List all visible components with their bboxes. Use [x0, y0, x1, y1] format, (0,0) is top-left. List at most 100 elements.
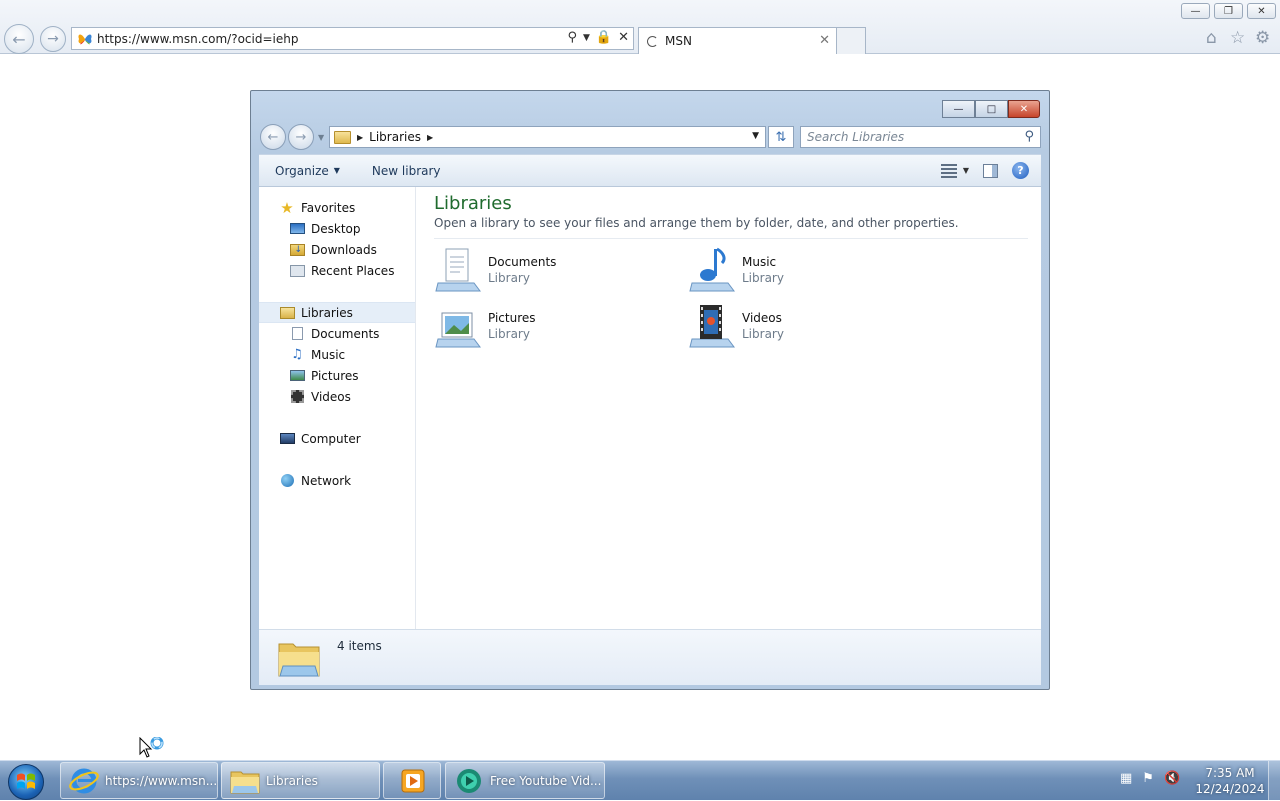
explorer-minimize-button[interactable]: —	[942, 100, 975, 118]
clock-time: 7:35 AM	[1205, 766, 1255, 780]
search-box[interactable]: ⚲	[800, 126, 1041, 148]
minimize-button[interactable]: —	[1181, 3, 1210, 19]
help-icon[interactable]: ?	[1012, 162, 1029, 179]
close-button[interactable]: ✕	[1247, 3, 1276, 19]
address-dropdown-icon[interactable]: ▼	[752, 131, 759, 141]
stop-icon[interactable]: ✕	[618, 30, 629, 45]
show-desktop-button[interactable]	[1268, 761, 1280, 801]
nav-label: Pictures	[311, 368, 359, 383]
chevron-right-icon[interactable]: ▶	[427, 133, 433, 142]
taskbar-youtube-downloader-button[interactable]: Free Youtube Vid...	[445, 762, 605, 799]
taskbar-libraries-button[interactable]: Libraries	[221, 762, 380, 799]
explorer-close-button[interactable]: ✕	[1008, 100, 1040, 118]
refresh-button[interactable]: ⇅	[768, 126, 794, 148]
system-tray: ▦ ⚑ 🔇	[1120, 771, 1180, 786]
explorer-maximize-button[interactable]: □	[975, 100, 1008, 118]
new-tab-button[interactable]	[837, 27, 866, 54]
nav-desktop[interactable]: Desktop	[259, 218, 415, 239]
chevron-right-icon[interactable]: ▶	[357, 133, 363, 142]
desktop-icon	[289, 222, 305, 236]
music-note-icon: ♫	[291, 347, 303, 362]
internet-explorer-icon	[69, 767, 99, 795]
tab-msn[interactable]: MSN ✕	[638, 27, 837, 54]
breadcrumb-libraries[interactable]: Libraries	[369, 130, 421, 144]
search-icon[interactable]: ⚲	[1024, 129, 1034, 144]
nav-label: Music	[311, 347, 346, 362]
explorer-back-button[interactable]: ←	[260, 124, 286, 150]
item-count: 4 items	[337, 639, 382, 653]
action-center-icon[interactable]: ▦	[1120, 771, 1132, 786]
library-name: Documents	[488, 255, 557, 269]
nav-label: Favorites	[301, 200, 356, 215]
library-type: Library	[742, 327, 784, 341]
gear-icon[interactable]: ⚙	[1255, 28, 1270, 48]
search-icon[interactable]: ⚲	[567, 30, 577, 45]
details-pane: 4 items	[259, 629, 1041, 685]
tab-title: MSN	[665, 34, 692, 48]
library-name: Videos	[742, 311, 782, 325]
nav-label: Videos	[311, 389, 351, 404]
nav-music[interactable]: ♫ Music	[259, 344, 415, 365]
address-url[interactable]: https://www.msn.com/?ocid=iehp	[97, 32, 298, 46]
forward-arrow-icon: →	[47, 31, 59, 47]
libraries-folder-icon	[277, 636, 321, 680]
library-music[interactable]: Music Library	[688, 245, 908, 297]
change-view-button[interactable]: ▼	[940, 163, 969, 178]
documents-library-icon	[434, 245, 482, 293]
new-library-button[interactable]: New library	[356, 164, 457, 178]
nav-favorites[interactable]: ★ Favorites	[259, 197, 415, 218]
preview-pane-icon[interactable]	[983, 163, 998, 178]
library-type: Library	[742, 271, 784, 285]
content-pane: Libraries Open a library to see your fil…	[416, 187, 1041, 629]
search-input[interactable]	[807, 130, 1007, 144]
home-icon[interactable]: ⌂	[1206, 28, 1217, 48]
library-documents[interactable]: Documents Library	[434, 245, 654, 297]
chevron-down-icon: ▼	[333, 166, 340, 175]
library-name: Pictures	[488, 311, 536, 325]
nav-network[interactable]: Network	[259, 470, 415, 491]
library-type: Library	[488, 327, 530, 341]
library-pictures[interactable]: Pictures Library	[434, 301, 654, 353]
explorer-address-bar[interactable]: ▶ Libraries ▶ ▼	[329, 126, 766, 148]
nav-documents[interactable]: Documents	[259, 323, 415, 344]
favorites-star-icon[interactable]: ☆	[1230, 28, 1245, 48]
mouse-pointer-busy-icon	[139, 736, 167, 764]
libraries-folder-icon	[279, 306, 295, 320]
nav-pictures[interactable]: Pictures	[259, 365, 415, 386]
nav-label: Network	[301, 473, 352, 488]
close-tab-icon[interactable]: ✕	[819, 33, 830, 48]
taskbar-ie-button[interactable]: https://www.msn...	[60, 762, 218, 799]
restore-button[interactable]: ❐	[1214, 3, 1243, 19]
back-arrow-icon: ←	[267, 129, 279, 145]
nav-label: Downloads	[311, 242, 377, 257]
downloads-icon: ↓	[289, 243, 305, 257]
back-button[interactable]: ←	[4, 24, 34, 54]
nav-recent-places[interactable]: Recent Places	[259, 260, 415, 281]
taskbar-label: https://www.msn...	[105, 773, 218, 788]
command-bar: Organize ▼ New library ▼ ?	[259, 154, 1041, 187]
nav-label: Documents	[311, 326, 380, 341]
start-button[interactable]	[8, 764, 44, 800]
speaker-muted-icon[interactable]: 🔇	[1164, 771, 1180, 786]
lock-icon[interactable]: 🔒	[596, 30, 612, 45]
explorer-forward-button[interactable]: →	[288, 124, 314, 150]
clock[interactable]: 7:35 AM 12/24/2024	[1190, 765, 1270, 797]
organize-button[interactable]: Organize ▼	[259, 164, 356, 178]
recent-pages-dropdown-icon[interactable]: ▼	[318, 133, 324, 142]
forward-button[interactable]: →	[40, 26, 66, 52]
divider	[434, 238, 1028, 239]
flag-icon[interactable]: ⚑	[1142, 771, 1154, 786]
dropdown-icon[interactable]: ▼	[583, 33, 590, 45]
nav-computer[interactable]: Computer	[259, 428, 415, 449]
library-videos[interactable]: Videos Library	[688, 301, 908, 353]
music-library-icon	[688, 245, 736, 293]
explorer-window: — □ ✕ ← → ▼ ▶ Libraries ▶ ▼ ⇅ ⚲ Organize…	[250, 90, 1050, 690]
nav-downloads[interactable]: ↓ Downloads	[259, 239, 415, 260]
nav-libraries[interactable]: Libraries	[259, 302, 415, 323]
address-bar[interactable]: https://www.msn.com/?ocid=iehp ⚲ ▼ 🔒 ✕	[71, 27, 634, 50]
loading-icon	[647, 35, 658, 47]
nav-videos[interactable]: Videos	[259, 386, 415, 407]
taskbar-media-player-button[interactable]	[383, 762, 441, 799]
library-name: Music	[742, 255, 777, 269]
media-player-icon	[398, 767, 428, 795]
